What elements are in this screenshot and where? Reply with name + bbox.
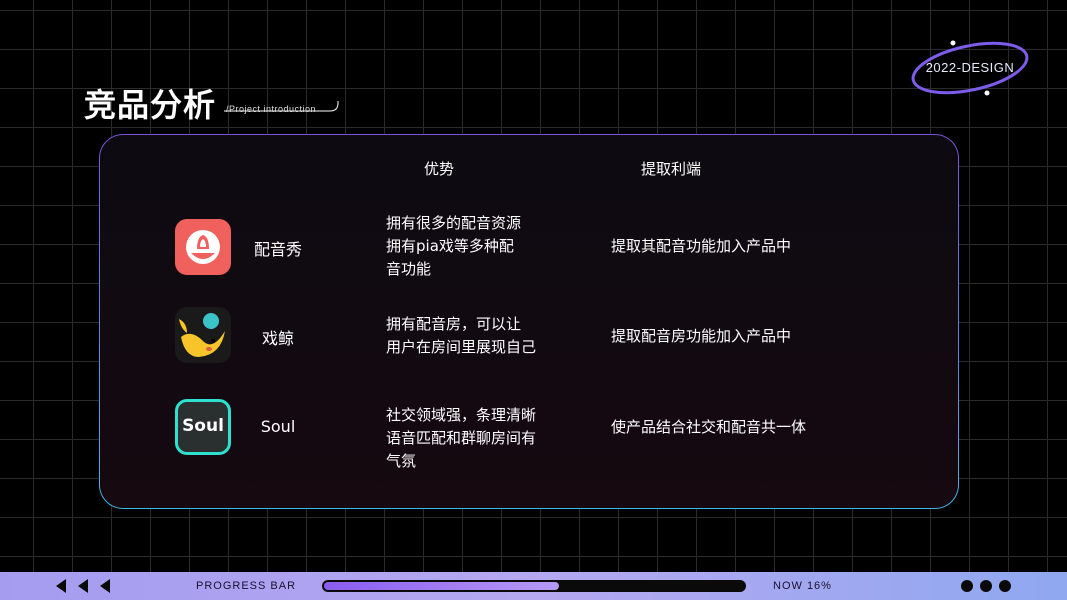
progress-track xyxy=(322,580,746,592)
brand-badge: 2022-DESIGN xyxy=(905,36,1035,100)
page-subtitle: /Project introduction xyxy=(226,104,317,114)
xijing-app-icon xyxy=(175,307,231,363)
page-title: 竞品分析 xyxy=(84,86,217,124)
peiyinxiu-app-icon xyxy=(175,219,231,275)
progress-fill xyxy=(324,582,559,590)
footer-bar: PROGRESS BAR NOW 16% xyxy=(0,572,1067,600)
advantage-line: 拥有配音房，可以让 xyxy=(386,315,522,333)
row-advantage: 拥有配音房，可以让 用户在房间里展现自己 xyxy=(386,313,586,359)
row-advantage: 拥有很多的配音资源 拥有pia戏等多种配 音功能 xyxy=(386,212,586,281)
progress-label: PROGRESS BAR xyxy=(196,580,297,592)
progress-percent: NOW 16% xyxy=(773,580,832,592)
brand-label: 2022-DESIGN xyxy=(925,60,1015,75)
advantage-line: 用户在房间里展现自己 xyxy=(386,338,537,356)
page-dot[interactable] xyxy=(961,580,973,592)
column-header-extract: 提取利端 xyxy=(641,160,702,178)
advantage-line: 音功能 xyxy=(386,260,432,278)
page-dot[interactable] xyxy=(980,580,992,592)
soul-icon-text: Soul xyxy=(182,416,224,436)
advantage-line: 气氛 xyxy=(386,452,417,470)
advantage-line: 拥有pia戏等多种配 xyxy=(386,237,514,255)
row-extract: 使产品结合社交和配音共一体 xyxy=(611,418,807,436)
row-advantage: 社交领域强，条理清晰 语音匹配和群聊房间有 气氛 xyxy=(386,404,586,473)
row-extract: 提取其配音功能加入产品中 xyxy=(611,237,792,255)
back-arrows-icon[interactable] xyxy=(54,579,116,593)
advantage-line: 拥有很多的配音资源 xyxy=(386,214,522,232)
row-name: Soul xyxy=(260,417,296,436)
row-name: 戏鲸 xyxy=(261,329,294,348)
row-extract: 提取配音房功能加入产品中 xyxy=(611,327,792,345)
page-dot[interactable] xyxy=(999,580,1011,592)
advantage-line: 语音匹配和群聊房间有 xyxy=(386,429,537,447)
soul-app-icon: Soul xyxy=(175,399,231,455)
column-header-advantage: 优势 xyxy=(424,160,455,178)
advantage-line: 社交领域强，条理清晰 xyxy=(386,406,537,424)
row-name: 配音秀 xyxy=(253,240,302,259)
